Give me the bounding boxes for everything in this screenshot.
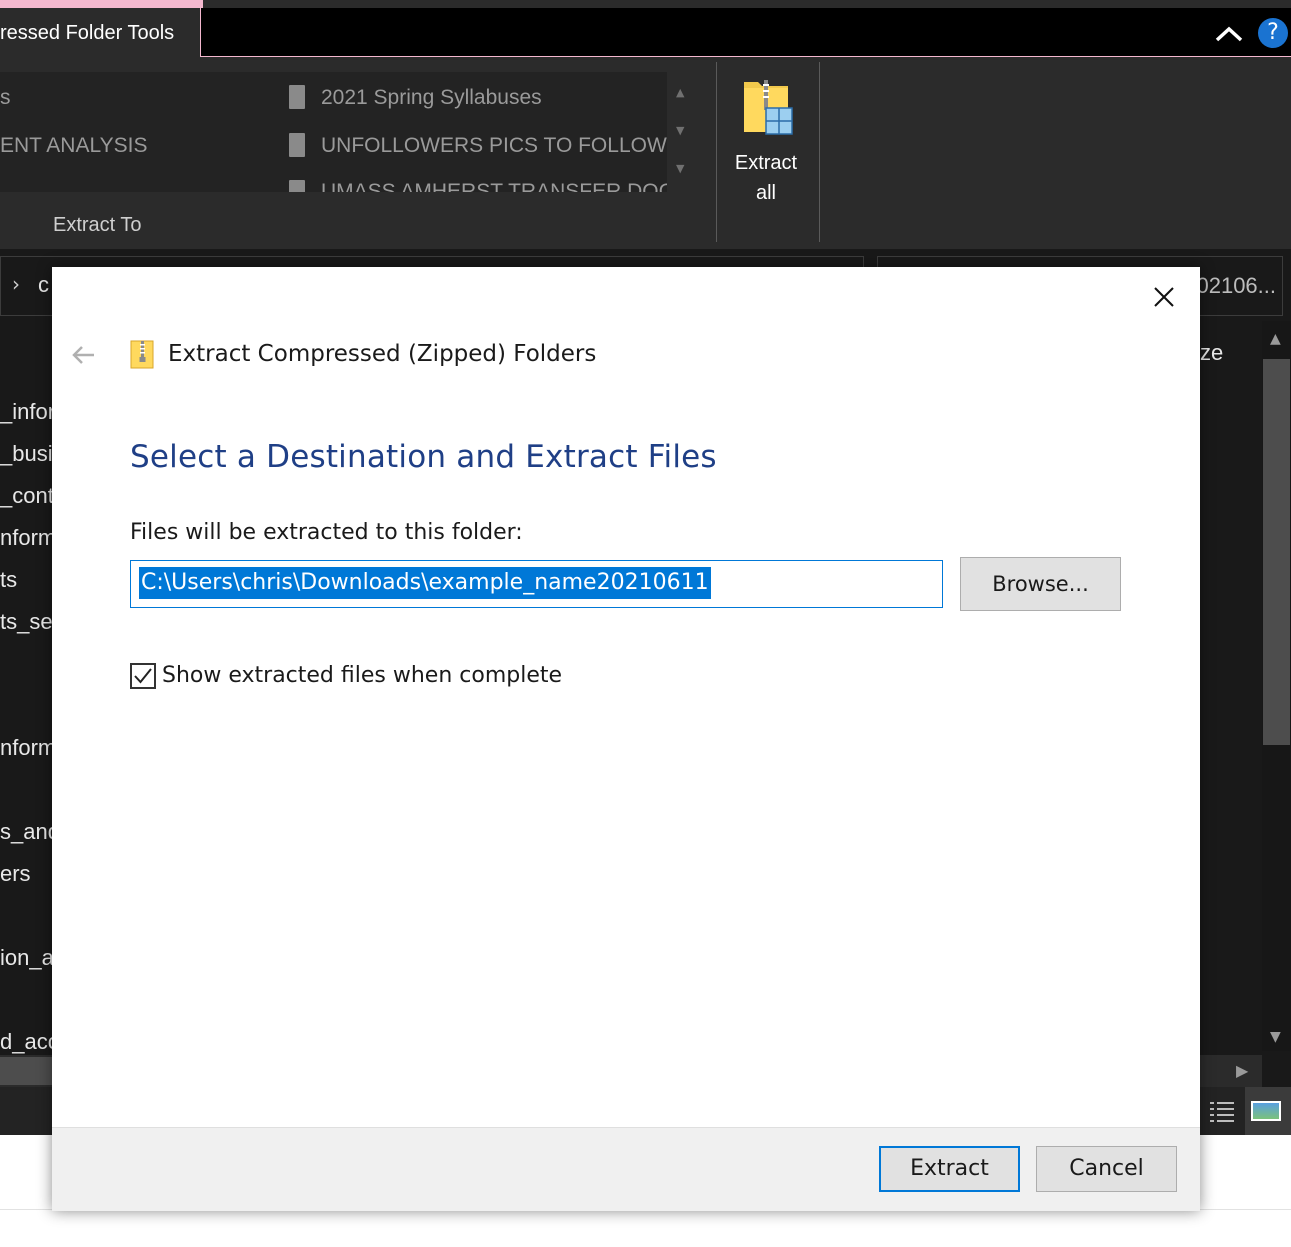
breadcrumb[interactable]: c (38, 272, 49, 298)
extract-dialog: Extract Compressed (Zipped) Folders Sele… (52, 267, 1200, 1211)
column-header-size[interactable]: ze (1200, 340, 1223, 366)
gallery-item[interactable]: UNFOLLOWERS PICS TO FOLLOW (321, 134, 667, 158)
scroll-up-icon[interactable]: ▲ (1270, 331, 1281, 347)
extract-button[interactable]: Extract (879, 1146, 1020, 1192)
context-tab-accent (0, 0, 203, 8)
list-item[interactable]: ers (0, 861, 31, 887)
gallery-item[interactable]: ENT ANALYSIS (0, 134, 147, 158)
extract-to-group-label: Extract To (53, 214, 142, 236)
show-files-label[interactable]: Show extracted files when complete (162, 663, 562, 688)
scrollbar-thumb[interactable] (1263, 359, 1290, 745)
dialog-heading: Select a Destination and Extract Files (130, 439, 717, 475)
gallery-item[interactable]: UMASS AMHERST TRANSFER DOCS (321, 180, 667, 192)
list-item[interactable]: _infor (0, 399, 55, 425)
scrollbar-thumb[interactable] (0, 1057, 52, 1085)
close-icon[interactable] (1144, 277, 1184, 317)
browse-button[interactable]: Browse... (960, 557, 1121, 611)
tab-compressed-folder-tools[interactable]: ressed Folder Tools (0, 8, 201, 58)
scroll-down-icon[interactable]: ▼ (1270, 1029, 1281, 1045)
help-icon[interactable]: ? (1258, 18, 1288, 48)
vertical-scrollbar[interactable]: ▲ ▼ (1262, 321, 1291, 1051)
thumbnails-view-icon[interactable] (1245, 1087, 1291, 1135)
gallery-scroll-up-icon[interactable]: ▲ (676, 86, 684, 99)
zip-folder-icon (744, 80, 793, 135)
picture-icon (1251, 1101, 1281, 1121)
zip-folder-icon (130, 340, 154, 369)
ribbon-tab-bar (201, 8, 1291, 56)
gallery-item[interactable]: 2021 Spring Syllabuses (321, 86, 542, 110)
gallery-scroll: ▲ ▼ ▼ (670, 78, 694, 188)
list-item[interactable]: nform (0, 525, 56, 551)
ribbon-separator (819, 62, 820, 242)
extract-all-button[interactable]: Extract all (724, 70, 808, 220)
dialog-title: Extract Compressed (Zipped) Folders (168, 341, 597, 367)
list-item[interactable]: ts_se (0, 609, 53, 635)
folder-icon (289, 85, 305, 109)
back-arrow-icon[interactable] (70, 343, 98, 367)
collapse-ribbon-icon[interactable] (1213, 20, 1245, 48)
gallery-scroll-down-icon[interactable]: ▼ (676, 124, 684, 137)
dialog-footer: Extract Cancel (52, 1127, 1200, 1211)
breadcrumb-chevron-icon[interactable]: › (12, 272, 20, 296)
destination-label: Files will be extracted to this folder: (130, 520, 523, 545)
destination-path-text: C:\Users\chris\Downloads\example_name202… (139, 567, 711, 599)
list-item[interactable]: d_acc (0, 1029, 59, 1055)
scroll-right-icon[interactable]: ▶ (1236, 1061, 1248, 1080)
list-item[interactable]: nform (0, 735, 56, 761)
extract-to-gallery: s ENT ANALYSIS 2021 Spring Syllabuses UN… (0, 72, 667, 192)
list-item[interactable]: s_and (0, 819, 60, 845)
folder-icon (289, 180, 305, 192)
gallery-expand-icon[interactable]: ▼ (676, 162, 684, 175)
checkmark-icon (134, 668, 152, 684)
show-files-checkbox[interactable] (130, 663, 156, 689)
title-strip (0, 0, 1291, 8)
file-list: _infor _busi _cont nform ts ts_se nform … (0, 321, 60, 1061)
cancel-button[interactable]: Cancel (1036, 1146, 1177, 1192)
extract-all-label: all (755, 182, 776, 204)
extract-all-label: Extract (734, 152, 798, 174)
list-item[interactable]: _busi (0, 441, 53, 467)
list-item[interactable]: ion_a (0, 945, 54, 971)
list-item[interactable]: _cont (0, 483, 54, 509)
ribbon-separator (716, 62, 717, 242)
destination-path-input[interactable]: C:\Users\chris\Downloads\example_name202… (130, 560, 943, 608)
folder-icon (289, 133, 305, 157)
list-item[interactable]: ts (0, 567, 17, 593)
gallery-item[interactable]: s (0, 86, 11, 110)
details-view-icon[interactable] (1206, 1098, 1238, 1126)
